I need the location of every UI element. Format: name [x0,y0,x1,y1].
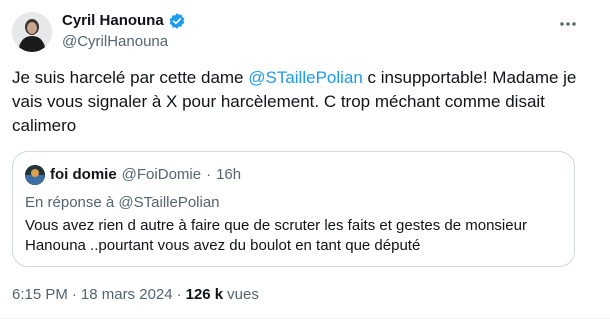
quoted-tweet[interactable]: foi domie @FoiDomie · 16h En réponse à @… [12,151,575,267]
tweet-text: Je suis harcelé par cette dame @STailleP… [12,66,598,138]
quoted-reply-mention: @STaillePolian [118,194,220,211]
quoted-author-avatar [25,165,45,185]
meta-separator-1: · [71,286,77,303]
views-label: vues [227,286,259,303]
author-name[interactable]: Cyril Hanouna [62,11,164,31]
tweet-time[interactable]: 6:15 PM [12,285,68,305]
quoted-meta-separator: · [206,166,212,183]
quoted-timestamp: 16h [216,166,242,183]
tweet-mention-link[interactable]: @STaillePolian [248,68,363,87]
tweet-text-before: Je suis harcelé par cette dame [12,68,249,87]
tweet-divider [0,318,610,319]
verified-badge-icon [168,12,186,30]
quoted-tweet-text: Vous avez rien d autre à faire que de sc… [25,217,527,254]
quoted-reply-context: En réponse à @STaillePolian [25,193,220,213]
views-count: 126 k [185,286,224,303]
author-handle[interactable]: @CyrilHanouna [62,32,168,52]
meta-separator-2: · [176,286,182,303]
tweet-date[interactable]: 18 mars 2024 [81,285,173,305]
author-avatar[interactable] [12,12,52,52]
quoted-tweet-header: foi domie @FoiDomie · 16h [25,165,241,185]
tweet-meta: 6:15 PM · 18 mars 2024 · 126 k vues [12,285,259,305]
quoted-author-handle: @FoiDomie [121,166,202,183]
tweet-card: Cyril Hanouna @CyrilHanouna Je suis harc… [0,0,610,320]
quoted-author-name: foi domie [50,166,117,183]
author-name-row: Cyril Hanouna [62,11,186,31]
more-options-icon[interactable] [556,12,580,36]
quoted-reply-prefix: En réponse à [25,194,119,211]
